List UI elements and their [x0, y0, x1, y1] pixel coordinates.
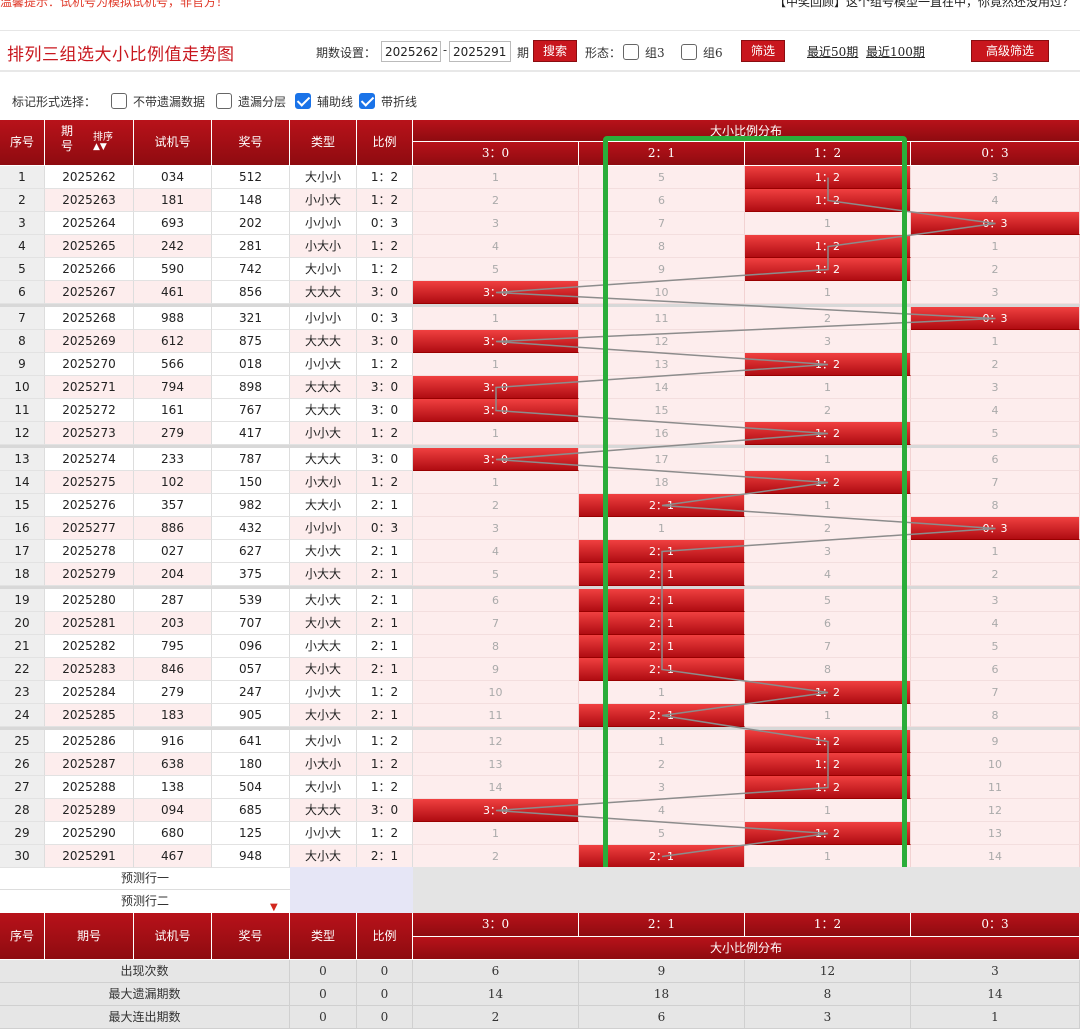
foot-col-winning: 奖号: [212, 913, 290, 959]
stat-value: 6: [413, 960, 579, 983]
stat-value: 6: [579, 1006, 745, 1029]
stat-value: 14: [911, 983, 1080, 1006]
arrow-down-icon[interactable]: ▼: [270, 902, 278, 913]
stat-type: 0: [290, 983, 357, 1006]
highlight-box: [603, 136, 907, 890]
foot-col-dist-title: 大小比例分布: [413, 936, 1080, 959]
stat-type: 0: [290, 960, 357, 983]
foot-col-seq: 序号: [0, 913, 45, 959]
stat-ratio: 0: [357, 1006, 413, 1029]
foot-col-type: 类型: [290, 913, 357, 959]
predict-row-2[interactable]: 预测行二: [0, 890, 290, 913]
foot-col-trial: 试机号: [134, 913, 212, 959]
stat-ratio: 0: [357, 983, 413, 1006]
foot-col-period: 期号: [45, 913, 134, 959]
stat-label: 最大遗漏期数: [0, 983, 290, 1006]
stat-label: 出现次数: [0, 960, 290, 983]
stat-value: 18: [579, 983, 745, 1006]
predict-cell[interactable]: [290, 867, 413, 913]
stat-value: 3: [745, 1006, 911, 1029]
stat-value: 8: [745, 983, 911, 1006]
stat-value: 14: [413, 983, 579, 1006]
stat-value: 1: [911, 1006, 1080, 1029]
stat-value: 9: [579, 960, 745, 983]
stat-value: 2: [413, 1006, 579, 1029]
foot-col-d21: 2：1: [579, 913, 745, 936]
foot-col-d12: 1：2: [745, 913, 911, 936]
predict-row-1[interactable]: 预测行一: [0, 867, 290, 890]
stat-label: 最大连出期数: [0, 1006, 290, 1029]
predict-area[interactable]: [413, 867, 1080, 913]
foot-col-ratio: 比例: [357, 913, 413, 959]
foot-col-d03: 0：3: [911, 913, 1080, 936]
stat-ratio: 0: [357, 960, 413, 983]
stat-type: 0: [290, 1006, 357, 1029]
stat-value: 3: [911, 960, 1080, 983]
stat-value: 12: [745, 960, 911, 983]
foot-col-d30: 3：0: [413, 913, 579, 936]
